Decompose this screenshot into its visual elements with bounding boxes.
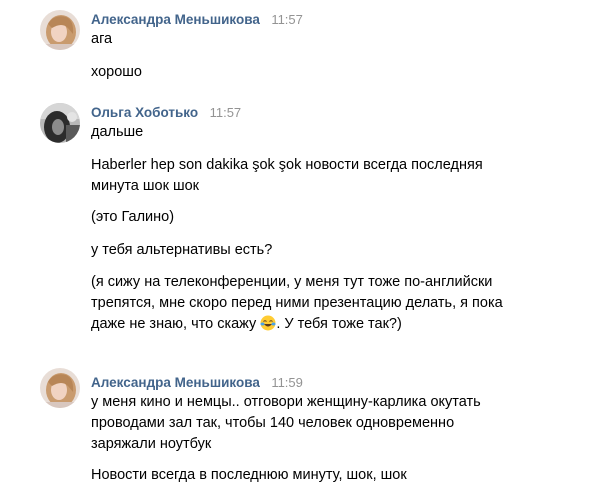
avatar[interactable]: [40, 368, 80, 408]
message-text: у меня кино и немцы.. отговори женщину-к…: [91, 394, 481, 452]
author-name[interactable]: Ольга Хоботько: [91, 105, 198, 120]
message-text: дальше: [91, 124, 144, 140]
avatar[interactable]: [40, 103, 80, 143]
message-time[interactable]: 11:57: [210, 105, 242, 120]
message-text: (это Галино): [91, 209, 175, 225]
message-text-part: . У тебя тоже так?): [276, 316, 402, 332]
message-text: ага: [91, 31, 113, 47]
avatar-photo-woman-blonde-icon: [40, 368, 80, 408]
tears-of-joy-emoji-icon: [260, 315, 276, 331]
author-name[interactable]: Александра Меньшикова: [91, 375, 260, 390]
message-text: у тебя альтернативы есть?: [91, 242, 273, 258]
message-time[interactable]: 11:59: [271, 375, 303, 390]
message-text: (я сижу на телеконференции, у меня тут т…: [91, 272, 516, 335]
message-text: хорошо: [91, 64, 142, 80]
message-text: Новости всегда в последнюю минуту, шок, …: [91, 467, 407, 483]
message-text: Haberler hep son dakika şok şok новости …: [91, 157, 483, 194]
avatar-photo-woman-dark-icon: [40, 103, 80, 143]
avatar-photo-woman-blonde-icon: [40, 10, 80, 50]
avatar[interactable]: [40, 10, 80, 50]
author-name[interactable]: Александра Меньшикова: [91, 12, 260, 27]
message-time[interactable]: 11:57: [271, 12, 303, 27]
